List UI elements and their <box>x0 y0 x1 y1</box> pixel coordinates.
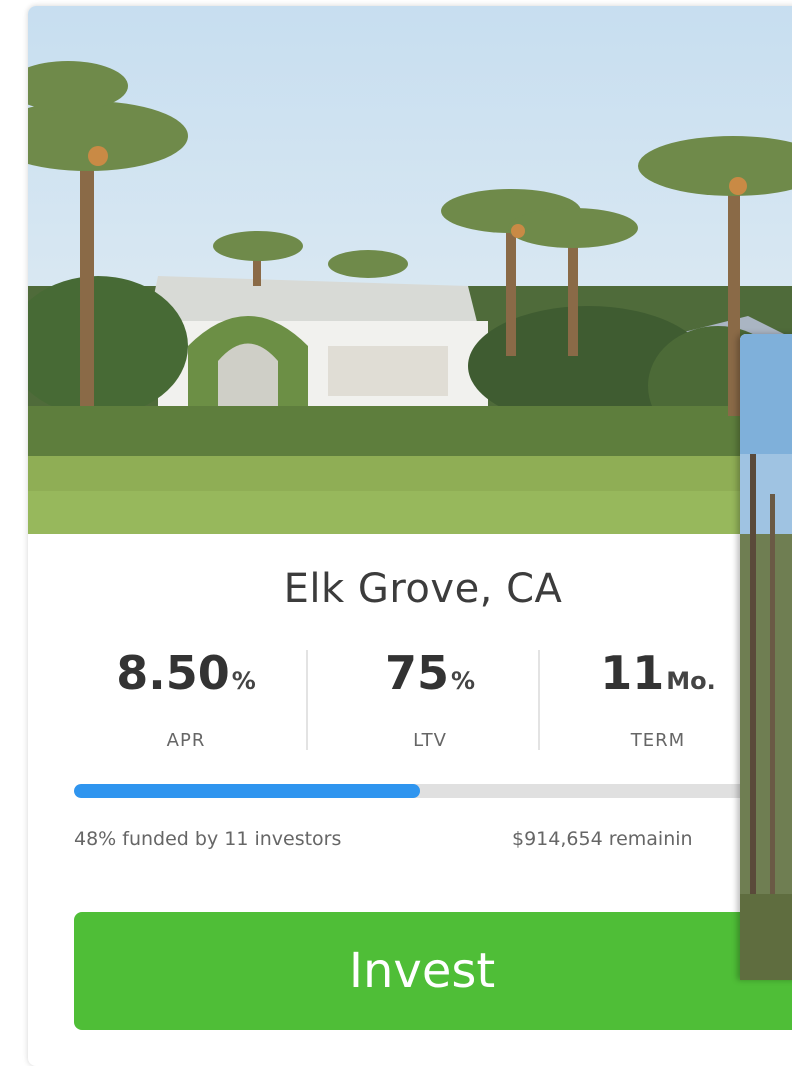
funding-progress-bar <box>74 784 792 798</box>
stat-unit: Mo. <box>666 667 716 695</box>
stat-unit: % <box>450 667 476 695</box>
invest-button[interactable]: Invest <box>74 912 792 1030</box>
stat-term: 11Mo. TERM <box>548 646 768 751</box>
remaining-text: $914,654 remainin <box>512 828 693 850</box>
stat-value: 11 <box>600 646 665 700</box>
stat-divider <box>306 650 308 750</box>
stat-value: 8.50 <box>116 646 230 700</box>
stat-value: 75 <box>384 646 449 700</box>
next-property-photo <box>740 334 792 980</box>
stat-ltv: 75% LTV <box>320 646 540 751</box>
stat-unit: % <box>231 667 256 695</box>
property-photo <box>28 6 792 534</box>
next-listing-card-peek[interactable] <box>740 334 792 980</box>
stat-label: APR <box>166 730 206 751</box>
stat-divider <box>538 650 540 750</box>
stat-label: LTV <box>413 730 447 751</box>
stat-label: TERM <box>630 730 686 751</box>
listing-location: Elk Grove, CA <box>283 566 563 612</box>
funding-progress-fill <box>74 784 420 798</box>
stat-apr: 8.50% APR <box>76 646 296 751</box>
listing-card[interactable]: Elk Grove, CA 8.50% APR 75% LTV 11Mo. TE… <box>28 6 792 1066</box>
funded-text: 48% funded by 11 investors <box>74 828 342 850</box>
